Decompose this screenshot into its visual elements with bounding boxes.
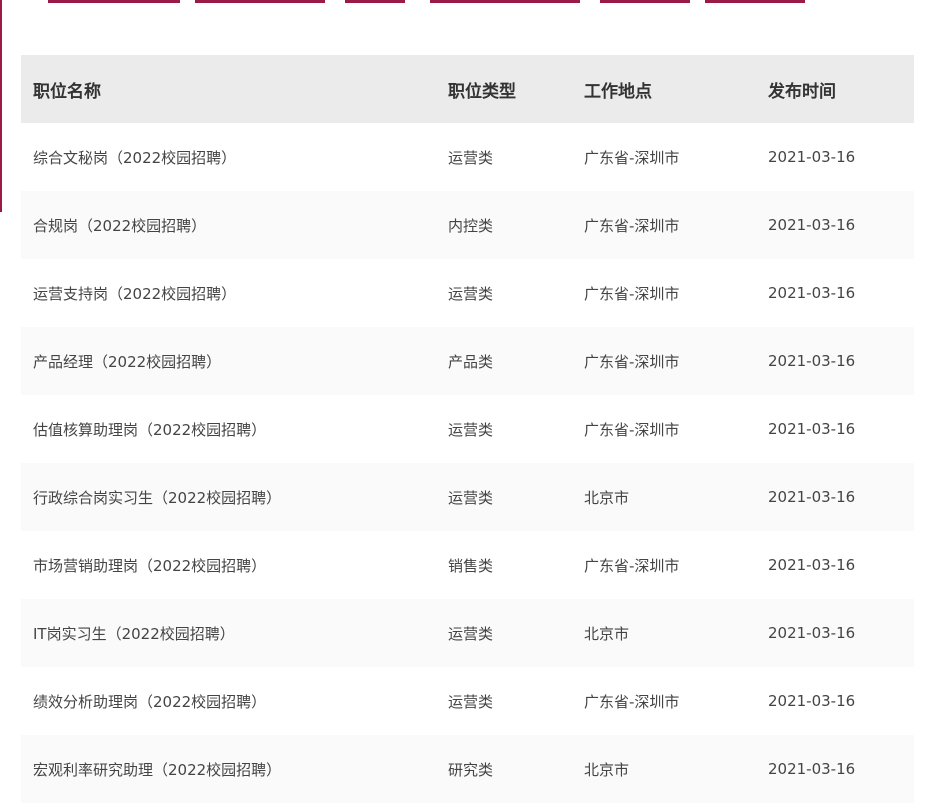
job-name-cell[interactable]: 市场营销助理岗（2022校园招聘） — [21, 531, 436, 599]
job-date-cell: 2021-03-16 — [768, 284, 856, 302]
job-location-cell: 广东省-深圳市 — [584, 148, 680, 167]
job-name-link[interactable]: 综合文秘岗（2022校园招聘） — [33, 149, 236, 167]
job-location-cell: 广东省-深圳市 — [584, 420, 680, 439]
header-publish-date: 发布时间 — [768, 81, 836, 102]
job-location-cell: 北京市 — [584, 488, 630, 507]
left-accent-bar — [0, 0, 2, 212]
job-location-cell: 广东省-深圳市 — [584, 284, 680, 303]
job-location-cell: 广东省-深圳市 — [584, 692, 680, 711]
job-location-cell: 广东省-深圳市 — [584, 352, 680, 371]
job-location-cell: 广东省-深圳市 — [584, 216, 680, 235]
job-name-cell[interactable]: 行政综合岗实习生（2022校园招聘） — [21, 463, 436, 531]
job-name-link[interactable]: 估值核算助理岗（2022校园招聘） — [33, 421, 266, 439]
job-type-cell: 产品类 — [448, 352, 494, 371]
table-row[interactable]: 估值核算助理岗（2022校园招聘） 运营类 广东省-深圳市 2021-03-16 — [21, 395, 914, 463]
table-row[interactable]: 产品经理（2022校园招聘） 产品类 广东省-深圳市 2021-03-16 — [21, 327, 914, 395]
job-listing-table: 职位名称 职位类型 工作地点 发布时间 综合文秘岗（2022校园招聘） 运营类 … — [21, 55, 914, 803]
job-date-cell: 2021-03-16 — [768, 216, 856, 234]
job-location-cell: 广东省-深圳市 — [584, 556, 680, 575]
table-row[interactable]: 宏观利率研究助理（2022校园招聘） 研究类 北京市 2021-03-16 — [21, 735, 914, 803]
job-name-link[interactable]: 宏观利率研究助理（2022校园招聘） — [33, 761, 281, 779]
job-type-cell: 研究类 — [448, 760, 494, 779]
job-date-cell: 2021-03-16 — [768, 352, 856, 370]
job-name-link[interactable]: 产品经理（2022校园招聘） — [33, 353, 221, 371]
job-name-cell[interactable]: 综合文秘岗（2022校园招聘） — [21, 123, 436, 191]
banner-segment — [48, 0, 180, 3]
job-date-cell: 2021-03-16 — [768, 488, 856, 506]
job-date-cell: 2021-03-16 — [768, 420, 856, 438]
banner-segment — [195, 0, 325, 3]
job-date-cell: 2021-03-16 — [768, 760, 856, 778]
table-header-row: 职位名称 职位类型 工作地点 发布时间 — [21, 55, 914, 123]
banner-segment — [600, 0, 690, 3]
job-type-cell: 运营类 — [448, 420, 494, 439]
job-date-cell: 2021-03-16 — [768, 556, 856, 574]
job-type-cell: 销售类 — [448, 556, 494, 575]
header-job-name: 职位名称 — [33, 81, 101, 102]
banner-segment — [430, 0, 580, 3]
job-type-cell: 运营类 — [448, 624, 494, 643]
job-name-cell[interactable]: 运营支持岗（2022校园招聘） — [21, 259, 436, 327]
header-location: 工作地点 — [584, 81, 652, 102]
banner-segment — [705, 0, 805, 3]
job-date-cell: 2021-03-16 — [768, 692, 856, 710]
table-row[interactable]: 运营支持岗（2022校园招聘） 运营类 广东省-深圳市 2021-03-16 — [21, 259, 914, 327]
header-job-type: 职位类型 — [448, 81, 516, 102]
table-row[interactable]: IT岗实习生（2022校园招聘） 运营类 北京市 2021-03-16 — [21, 599, 914, 667]
job-name-link[interactable]: 绩效分析助理岗（2022校园招聘） — [33, 693, 266, 711]
job-name-cell[interactable]: 合规岗（2022校园招聘） — [21, 191, 436, 259]
table-row[interactable]: 行政综合岗实习生（2022校园招聘） 运营类 北京市 2021-03-16 — [21, 463, 914, 531]
table-row[interactable]: 市场营销助理岗（2022校园招聘） 销售类 广东省-深圳市 2021-03-16 — [21, 531, 914, 599]
job-location-cell: 北京市 — [584, 760, 630, 779]
job-type-cell: 内控类 — [448, 216, 494, 235]
job-type-cell: 运营类 — [448, 692, 494, 711]
job-type-cell: 运营类 — [448, 488, 494, 507]
job-date-cell: 2021-03-16 — [768, 148, 856, 166]
job-name-cell[interactable]: 宏观利率研究助理（2022校园招聘） — [21, 735, 436, 803]
job-location-cell: 北京市 — [584, 624, 630, 643]
job-type-cell: 运营类 — [448, 148, 494, 167]
job-name-cell[interactable]: 产品经理（2022校园招聘） — [21, 327, 436, 395]
job-name-link[interactable]: IT岗实习生（2022校园招聘） — [33, 625, 235, 643]
job-name-link[interactable]: 市场营销助理岗（2022校园招聘） — [33, 557, 266, 575]
job-name-link[interactable]: 行政综合岗实习生（2022校园招聘） — [33, 489, 281, 507]
table-row[interactable]: 合规岗（2022校园招聘） 内控类 广东省-深圳市 2021-03-16 — [21, 191, 914, 259]
job-type-cell: 运营类 — [448, 284, 494, 303]
table-row[interactable]: 综合文秘岗（2022校园招聘） 运营类 广东省-深圳市 2021-03-16 — [21, 123, 914, 191]
job-name-cell[interactable]: 估值核算助理岗（2022校园招聘） — [21, 395, 436, 463]
job-name-cell[interactable]: 绩效分析助理岗（2022校园招聘） — [21, 667, 436, 735]
job-name-cell[interactable]: IT岗实习生（2022校园招聘） — [21, 599, 436, 667]
top-banner-remnant — [0, 0, 931, 3]
banner-segment — [345, 0, 405, 3]
job-date-cell: 2021-03-16 — [768, 624, 856, 642]
table-row[interactable]: 绩效分析助理岗（2022校园招聘） 运营类 广东省-深圳市 2021-03-16 — [21, 667, 914, 735]
job-name-link[interactable]: 合规岗（2022校园招聘） — [33, 217, 206, 235]
job-name-link[interactable]: 运营支持岗（2022校园招聘） — [33, 285, 236, 303]
